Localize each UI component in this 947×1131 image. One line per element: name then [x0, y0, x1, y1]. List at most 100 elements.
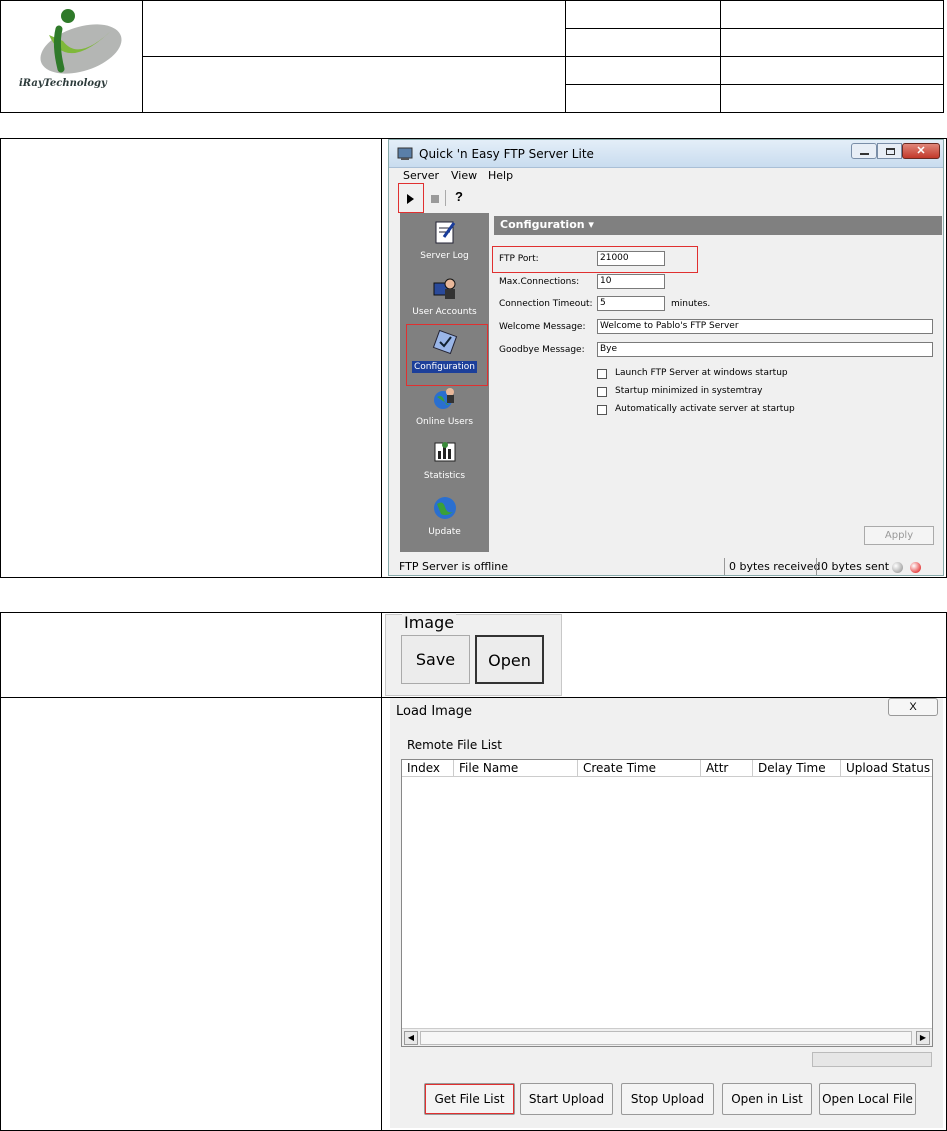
menu-server[interactable]: Server — [403, 169, 439, 182]
sidebar-item-label: Statistics — [423, 471, 466, 481]
server-log-icon — [435, 221, 455, 244]
auto-activate-label: Automatically activate server at startup — [615, 404, 795, 414]
close-icon: X — [909, 701, 917, 713]
highlight-get-file-list — [425, 1084, 514, 1114]
image-groupbox: Image Save Open — [385, 613, 562, 696]
connection-timeout-label: Connection Timeout: — [499, 299, 593, 309]
description-cell — [0, 612, 382, 698]
status-bar: FTP Server is offline 0 bytes received 0… — [389, 558, 943, 576]
auto-activate-checkbox[interactable] — [597, 405, 607, 415]
header-cell — [565, 0, 721, 29]
goodbye-message-input[interactable]: Bye — [597, 342, 933, 357]
column-create-time[interactable]: Create Time — [578, 760, 701, 776]
help-icon: ? — [455, 189, 463, 204]
configuration-panel-header[interactable]: Configuration ▾ — [494, 216, 942, 235]
description-cell — [0, 138, 382, 578]
column-file-name[interactable]: File Name — [454, 760, 578, 776]
user-accounts-icon — [433, 278, 455, 299]
red-status-icon — [910, 562, 921, 573]
menu-help[interactable]: Help — [488, 169, 513, 182]
maximize-button[interactable] — [877, 143, 902, 159]
welcome-message-label: Welcome Message: — [499, 322, 586, 332]
launch-at-startup-label: Launch FTP Server at windows startup — [615, 368, 788, 378]
sidebar-item-online-users[interactable]: Online Users — [400, 385, 489, 427]
description-cell — [0, 697, 382, 1131]
toolbar-separator — [445, 190, 446, 206]
minimize-icon — [860, 153, 869, 155]
launch-at-startup-checkbox[interactable] — [597, 369, 607, 379]
header-cell — [720, 84, 944, 113]
open-image-button[interactable]: Open — [475, 635, 544, 684]
online-users-icon — [433, 388, 454, 409]
remote-file-list[interactable]: Index File Name Create Time Attr Delay T… — [401, 759, 933, 1047]
scroll-right-icon[interactable]: ▶ — [916, 1031, 930, 1045]
horizontal-scrollbar[interactable]: ◀ ▶ — [402, 1028, 932, 1046]
connection-timeout-input[interactable]: 5 — [597, 296, 665, 311]
column-attr[interactable]: Attr — [701, 760, 753, 776]
image-groupbox-legend: Image — [402, 613, 457, 632]
apply-button[interactable]: Apply — [864, 526, 934, 545]
save-image-button[interactable]: Save — [401, 635, 470, 684]
header-cell — [720, 28, 944, 57]
load-image-dialog: Load Image X Remote File List Index File… — [390, 698, 943, 1128]
max-connections-input[interactable]: 10 — [597, 274, 665, 289]
logo-cell: iRayTechnology — [0, 0, 143, 113]
window-title: Quick 'n Easy FTP Server Lite — [419, 147, 594, 161]
header-cell-title — [142, 0, 566, 57]
app-icon — [397, 147, 413, 160]
sidebar-item-statistics[interactable]: Statistics — [400, 439, 489, 481]
column-delay-time[interactable]: Delay Time — [753, 760, 841, 776]
logo-text: iRayTechnology — [19, 78, 107, 89]
startup-minimized-checkbox[interactable] — [597, 387, 607, 397]
sidebar-item-server-log[interactable]: Server Log — [400, 219, 489, 261]
menu-view[interactable]: View — [451, 169, 477, 182]
bytes-sent-text: 0 bytes sent — [816, 558, 893, 575]
scrollbar-thumb[interactable] — [420, 1031, 912, 1045]
column-index[interactable]: Index — [402, 760, 454, 776]
header-cell — [565, 56, 721, 85]
minimize-button[interactable] — [851, 143, 877, 159]
open-local-file-button[interactable]: Open Local File — [819, 1083, 916, 1115]
highlight-ftp-port — [492, 246, 698, 273]
max-connections-label: Max.Connections: — [499, 277, 580, 287]
highlight-configuration — [406, 324, 488, 386]
dialog-close-button[interactable]: X — [888, 698, 938, 716]
header-cell — [565, 84, 721, 113]
header-cell-subtitle — [142, 56, 566, 113]
sidebar-item-label: Server Log — [420, 251, 469, 261]
header-cell — [720, 0, 944, 29]
stop-upload-button[interactable]: Stop Upload — [621, 1083, 714, 1115]
sidebar-item-update[interactable]: Update — [400, 495, 489, 537]
dialog-title: Load Image — [396, 704, 473, 719]
statistics-icon — [434, 442, 455, 462]
goodbye-message-label: Goodbye Message: — [499, 345, 585, 355]
close-icon: ✕ — [916, 145, 926, 157]
sidebar-item-label: Online Users — [415, 417, 474, 427]
highlight-start-button — [398, 183, 424, 213]
help-button[interactable]: ? — [455, 189, 463, 204]
header-cell — [565, 28, 721, 57]
timeout-unit-label: minutes. — [671, 299, 711, 309]
title-bar: Quick 'n Easy FTP Server Lite ✕ — [389, 140, 943, 168]
scroll-left-icon[interactable]: ◀ — [404, 1031, 418, 1045]
list-header: Index File Name Create Time Attr Delay T… — [402, 760, 932, 777]
maximize-icon — [886, 148, 895, 155]
bytes-received-text: 0 bytes received — [724, 558, 824, 575]
sidebar-item-label: User Accounts — [412, 307, 477, 317]
startup-minimized-label: Startup minimized in systemtray — [615, 386, 763, 396]
remote-file-list-label: Remote File List — [407, 738, 502, 752]
stop-server-button[interactable] — [431, 195, 439, 203]
ftp-server-window: Quick 'n Easy FTP Server Lite ✕ Server V… — [388, 139, 944, 576]
sidebar-item-user-accounts[interactable]: User Accounts — [400, 275, 489, 317]
progress-bar — [812, 1052, 932, 1067]
close-button[interactable]: ✕ — [902, 143, 940, 159]
menu-bar: Server View Help — [389, 168, 943, 184]
header-cell — [720, 56, 944, 85]
gray-status-icon — [892, 562, 903, 573]
welcome-message-input[interactable]: Welcome to Pablo's FTP Server — [597, 319, 933, 334]
open-in-list-button[interactable]: Open in List — [722, 1083, 812, 1115]
start-upload-button[interactable]: Start Upload — [520, 1083, 613, 1115]
update-globe-icon — [433, 497, 456, 519]
sidebar-item-label: Update — [428, 527, 461, 537]
column-upload-status[interactable]: Upload Status — [841, 760, 934, 776]
